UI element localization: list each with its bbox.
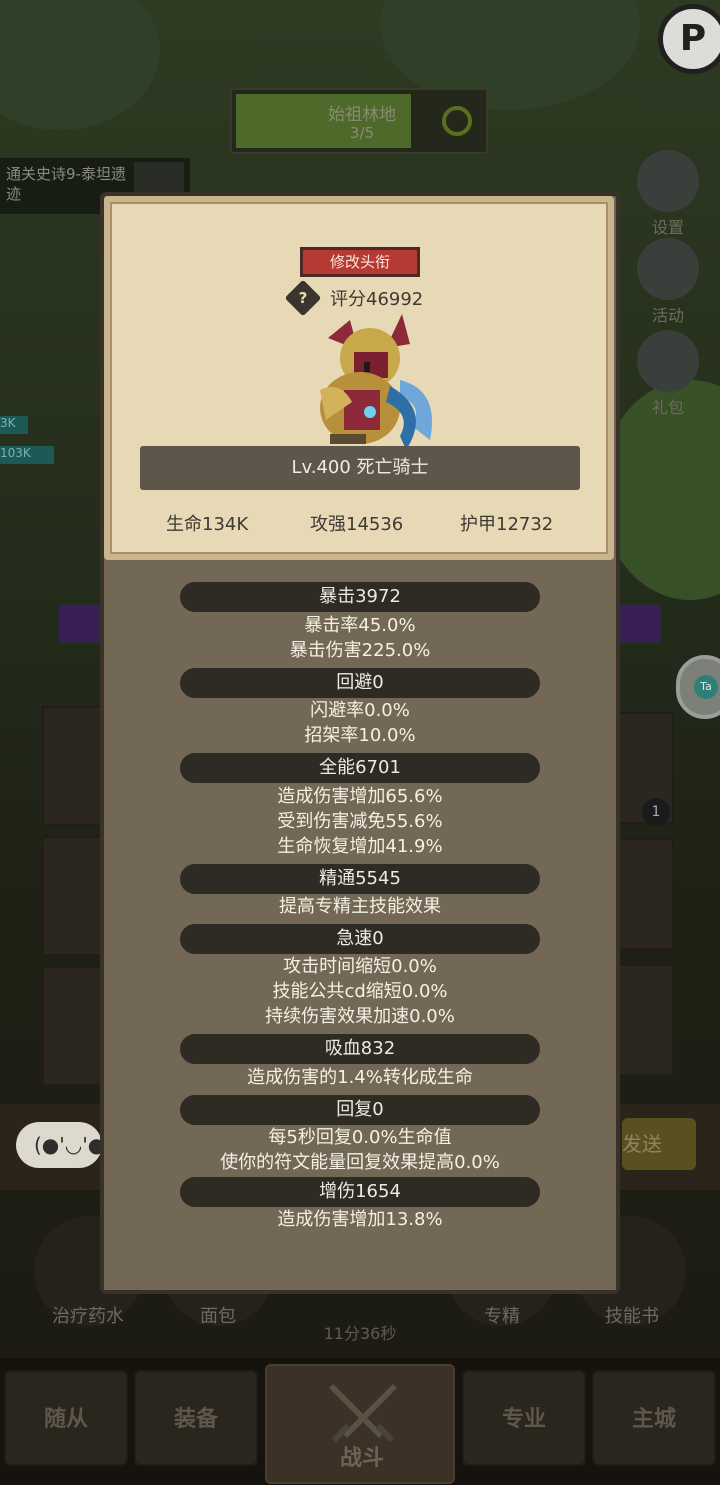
stat-header-haste: 急速0	[180, 924, 540, 954]
stat-header-damage-bonus: 增伤1654	[180, 1177, 540, 1207]
inventory-slot[interactable]	[42, 836, 102, 956]
activity-button[interactable]: 活动	[630, 238, 706, 326]
stat-detail: 使你的符文能量回复效果提高0.0%	[220, 1152, 500, 1173]
settings-label: 设置	[651, 218, 684, 237]
mastery-label: 专精	[484, 1306, 520, 1327]
stat-header-crit: 暴击3972	[180, 582, 540, 612]
refresh-icon[interactable]	[442, 106, 472, 136]
stat-detail: 受到伤害减免55.6%	[277, 811, 443, 832]
stat-detail: 提高专精主技能效果	[279, 896, 441, 917]
gear-icon	[637, 150, 699, 212]
stat-detail: 招架率10.0%	[304, 725, 416, 746]
tree-foliage	[0, 0, 160, 130]
stat-detail: 暴击率45.0%	[304, 615, 416, 636]
stat-detail: 技能公共cd缩短0.0%	[272, 981, 448, 1002]
stat-detail: 每5秒回复0.0%生命值	[268, 1127, 452, 1148]
enemy-hp-bar: 103K	[0, 446, 54, 464]
stat-detail: 造成伤害的1.4%转化成生命	[247, 1067, 473, 1088]
right-side-tab[interactable]: Ta	[676, 655, 720, 719]
armor-stat: 护甲12732	[460, 514, 554, 535]
attack-power-stat: 攻强14536	[310, 514, 404, 535]
stat-header-regen: 回复0	[180, 1095, 540, 1125]
skill-slot[interactable]	[618, 964, 674, 1076]
scroll-icon	[637, 238, 699, 300]
inventory-slot[interactable]	[42, 706, 102, 826]
stat-detail: 造成伤害增加65.6%	[277, 786, 443, 807]
death-knight-avatar	[320, 314, 432, 450]
energy-bar	[616, 604, 662, 644]
stat-detail: 持续伤害效果加速0.0%	[265, 1006, 455, 1027]
stat-detail: 攻击时间缩短0.0%	[283, 956, 437, 977]
nav-tab-followers[interactable]: 随从	[4, 1370, 128, 1466]
stat-detail: 闪避率0.0%	[310, 700, 410, 721]
stat-header-avoidance: 回避0	[180, 668, 540, 698]
right-tab-label: Ta	[694, 675, 718, 699]
stat-detail: 暴击伤害225.0%	[289, 640, 431, 661]
settings-button[interactable]: 设置	[630, 150, 706, 238]
skill-slot[interactable]: 1	[618, 712, 674, 826]
corner-logo[interactable]: P	[658, 4, 720, 74]
skill-slot[interactable]	[618, 838, 674, 950]
rating-score: 评分46992	[330, 289, 424, 310]
map-progress-bar[interactable]: 始祖林地 3/5	[230, 88, 488, 154]
emoji-button[interactable]: (●'◡'●	[16, 1122, 105, 1168]
gift-pack-button[interactable]: 礼包	[630, 330, 706, 418]
crossed-swords-icon	[329, 1384, 397, 1443]
stat-header-mastery: 精通5545	[180, 864, 540, 894]
send-button[interactable]: 发送	[622, 1118, 696, 1170]
potion-label: 治疗药水	[52, 1306, 124, 1327]
stat-detail: 生命恢复增加41.9%	[277, 836, 443, 857]
gift-pack-label: 礼包	[651, 398, 684, 417]
nav-tab-battle[interactable]: 战斗	[265, 1364, 455, 1484]
hp-stat: 生命134K	[166, 514, 249, 535]
timer-text: 11分36秒	[323, 1324, 397, 1343]
energy-bar	[58, 604, 104, 644]
stat-header-versatility: 全能6701	[180, 753, 540, 783]
edit-title-button[interactable]: 修改头衔	[300, 247, 420, 277]
inventory-slot[interactable]	[42, 966, 102, 1086]
nav-tab-equipment[interactable]: 装备	[134, 1370, 258, 1466]
nav-tab-battle-label: 战斗	[339, 1446, 384, 1471]
stat-header-lifesteal: 吸血832	[180, 1034, 540, 1064]
stat-detail: 造成伤害增加13.8%	[277, 1209, 443, 1230]
enemy-hp-bar: 3K	[0, 416, 28, 434]
skill-count-badge: 1	[642, 798, 670, 826]
gift-icon	[637, 330, 699, 392]
help-icon-glyph: ?	[298, 289, 308, 307]
nav-tab-profession[interactable]: 专业	[462, 1370, 586, 1466]
bread-label: 面包	[200, 1306, 236, 1327]
level-name-banner: Lv.400 死亡骑士	[140, 446, 580, 490]
skill-book-label: 技能书	[605, 1306, 659, 1327]
nav-tab-city[interactable]: 主城	[592, 1370, 716, 1466]
activity-label: 活动	[651, 306, 684, 325]
